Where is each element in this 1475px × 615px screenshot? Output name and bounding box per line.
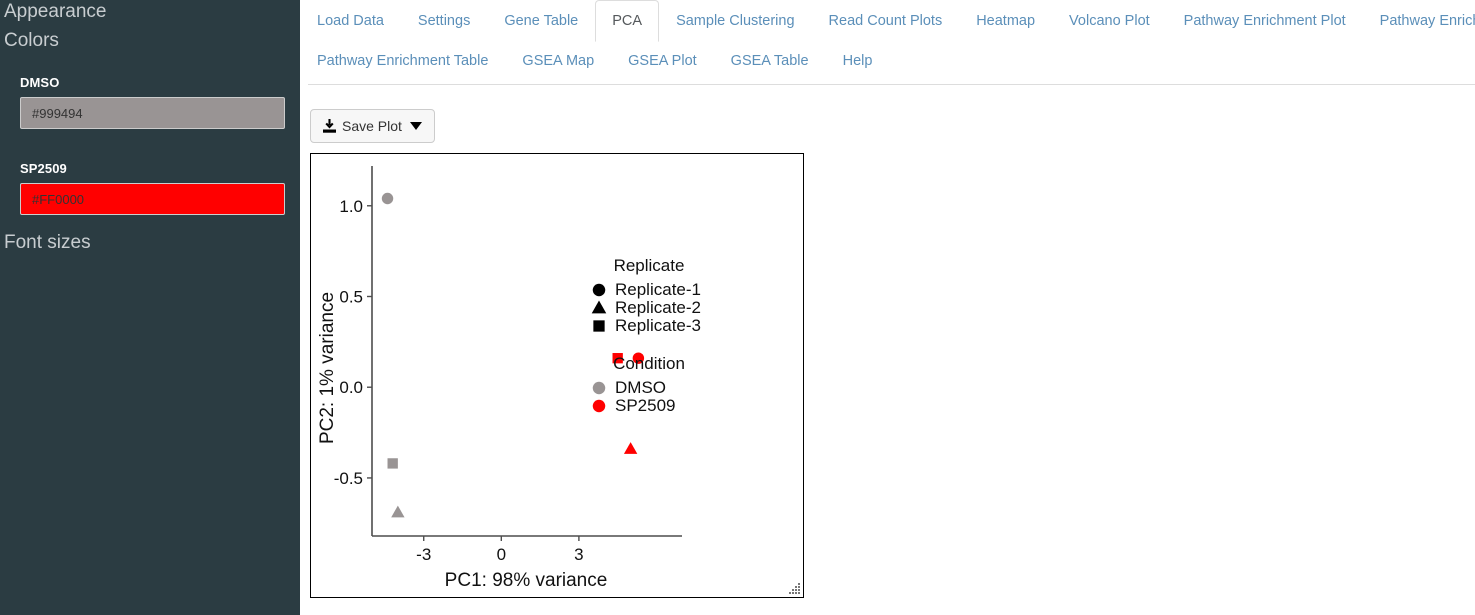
data-point	[387, 458, 398, 469]
plot-resize-handle[interactable]	[788, 582, 801, 595]
tab-pathway-enrichment-map[interactable]: Pathway Enrichment Map	[1363, 0, 1475, 42]
legend-marker	[592, 283, 606, 297]
caret-down-icon	[409, 122, 422, 130]
pca-scatter-plot: -3 0 3 1.0 0.5 0.0 -0.5 PC1: 98% variance PC2: 1…	[317, 166, 701, 591]
tab-help[interactable]: Help	[826, 40, 890, 82]
y-tick-label: 1.0	[339, 197, 363, 216]
tab-settings[interactable]: Settings	[401, 0, 487, 42]
legend-title: Replicate	[614, 256, 685, 275]
color-group-dmso: DMSO	[20, 75, 285, 129]
tab-row-primary: Load Data Settings Gene Table PCA Sample Clu…	[300, 0, 1475, 42]
legend-label: Replicate-3	[615, 316, 701, 335]
tab-bar: Load Data Settings Gene Table PCA Sample Clu…	[300, 0, 1475, 80]
data-point	[381, 192, 394, 205]
tab-load-data[interactable]: Load Data	[300, 0, 401, 42]
color-input-sp2509[interactable]	[20, 183, 285, 215]
legend-marker	[592, 381, 606, 395]
legend-marker	[591, 300, 607, 314]
tab-bar-divider	[308, 84, 1475, 85]
x-axis-title: PC1: 98% variance	[445, 570, 608, 591]
tab-heatmap[interactable]: Heatmap	[959, 0, 1052, 42]
tab-pathway-enrichment-plot[interactable]: Pathway Enrichment Plot	[1167, 0, 1363, 42]
sidebar-heading-colors: Colors	[4, 30, 59, 51]
data-point	[391, 505, 405, 518]
app-root: Appearance Colors DMSO SP2509 Font sizes…	[0, 0, 1475, 615]
x-tick-label: -3	[416, 545, 431, 564]
tab-row-secondary: Pathway Enrichment Table GSEA Map GSEA Plo…	[300, 40, 1475, 80]
sidebar: Appearance Colors DMSO SP2509 Font sizes	[0, 0, 300, 615]
tab-volcano-plot[interactable]: Volcano Plot	[1052, 0, 1167, 42]
legend-marker	[592, 399, 606, 413]
data-point	[623, 442, 638, 454]
legend-title: Condition	[613, 354, 685, 373]
tab-gsea-map[interactable]: GSEA Map	[505, 40, 611, 82]
legend-label: DMSO	[615, 378, 666, 397]
x-tick-label: 0	[497, 545, 506, 564]
y-tick-label: 0.0	[339, 378, 363, 397]
color-label-sp2509: SP2509	[20, 161, 67, 176]
save-plot-label: Save Plot	[342, 118, 402, 134]
save-plot-button[interactable]: Save Plot	[310, 109, 435, 143]
tab-gsea-table[interactable]: GSEA Table	[714, 40, 826, 82]
sidebar-heading-appearance: Appearance	[4, 1, 107, 22]
legend-label: Replicate-1	[615, 280, 701, 299]
y-axis-title: PC2: 1% variance	[317, 292, 338, 444]
color-label-dmso: DMSO	[20, 75, 60, 90]
download-icon	[323, 119, 336, 133]
sidebar-heading-font-sizes: Font sizes	[4, 232, 91, 253]
legend-label: Replicate-2	[615, 298, 701, 317]
tab-gsea-plot[interactable]: GSEA Plot	[611, 40, 714, 82]
tab-read-count-plots[interactable]: Read Count Plots	[812, 0, 960, 42]
y-tick-label: 0.5	[339, 287, 363, 306]
color-group-sp2509: SP2509	[20, 161, 285, 215]
color-input-dmso[interactable]	[20, 97, 285, 129]
tab-pca[interactable]: PCA	[595, 0, 660, 42]
legend-marker	[593, 320, 605, 332]
tab-sample-clustering[interactable]: Sample Clustering	[659, 0, 811, 42]
tab-gene-table[interactable]: Gene Table	[487, 0, 595, 42]
legend-label: SP2509	[615, 396, 676, 415]
x-tick-label: 3	[574, 545, 583, 564]
y-tick-label: -0.5	[334, 469, 363, 488]
main-content: Load Data Settings Gene Table PCA Sample Clu…	[300, 0, 1475, 615]
tab-pathway-enrichment-table[interactable]: Pathway Enrichment Table	[300, 40, 505, 82]
pca-plot-panel: -3 0 3 1.0 0.5 0.0 -0.5 PC1: 98% variance PC2: 1…	[310, 153, 804, 598]
